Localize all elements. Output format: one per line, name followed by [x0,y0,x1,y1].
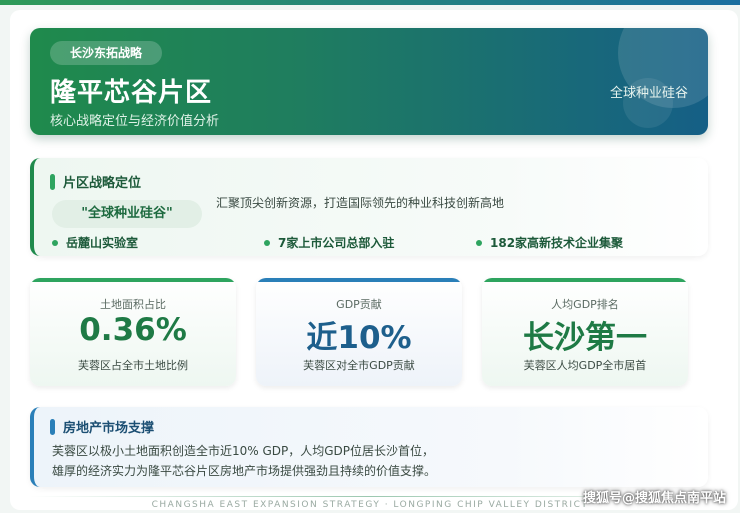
stat-card-land-area: 土地面积占比 0.36% 芙蓉区占全市土地比例 [30,278,236,386]
market-line: 芙蓉区以极小土地面积创造全市近10% GDP，人均GDP位居长沙首位， [52,444,435,458]
stat-label: GDP贡献 [336,298,382,311]
watermark: 搜狐号@搜狐焦点南平站 [582,491,726,506]
market-heading: 房地产市场支撑 [50,417,154,436]
positioning-heading: 片区战略定位 [50,172,141,191]
market-line: 雄厚的经济实力为隆平芯谷片区房地产市场提供强劲且持续的价值支撑。 [52,464,437,478]
feature-text: 182家高新技术企业集聚 [490,236,624,250]
stat-accent-line [30,278,236,282]
market-heading-text: 房地产市场支撑 [63,421,155,436]
stat-note: 芙蓉区占全市土地比例 [78,359,188,372]
bullet-dot-icon [52,239,58,246]
feature-list: 岳麓山实验室 7家上市公司总部入驻 182家高新技术企业集聚 [52,234,702,251]
stat-card-gdp-contribution: GDP贡献 近10% 芙蓉区对全市GDP贡献 [256,278,462,386]
stat-accent-line [256,278,462,282]
stat-value: 0.36% [79,312,187,348]
bullet-dot-icon [476,239,482,246]
heading-accent-bar [50,418,55,435]
strategy-tag: 长沙东拓战略 [50,41,163,65]
stat-label: 人均GDP排名 [551,298,619,311]
feature-text: 岳麓山实验室 [66,236,139,250]
feature-item: 182家高新技术企业集聚 [476,234,623,251]
page-subtitle: 核心战略定位与经济价值分析 [50,114,220,129]
page-title: 隆平芯谷片区 [50,78,213,108]
stat-value: 长沙第一 [523,320,647,356]
stat-label: 土地面积占比 [100,298,166,311]
feature-item: 7家上市公司总部入驻 [264,234,476,251]
positioning-card: 片区战略定位 "全球种业硅谷" 汇聚顶尖创新资源，打造国际领先的种业科技创新高地… [30,158,708,256]
stat-note: 芙蓉区对全市GDP贡献 [303,359,415,372]
hero-banner: 长沙东拓战略 隆平芯谷片区 核心战略定位与经济价值分析 全球种业硅谷 [30,28,708,135]
feature-item: 岳麓山实验室 [52,234,264,251]
top-accent-bar [0,0,740,5]
hero-right-label: 全球种业硅谷 [609,86,688,101]
positioning-description: 汇聚顶尖创新资源，打造国际领先的种业科技创新高地 [216,196,505,210]
stat-note: 芙蓉区人均GDP全市居首 [523,359,647,372]
bullet-dot-icon [264,239,270,246]
positioning-heading-text: 片区战略定位 [63,176,142,191]
stat-value: 近10% [306,320,412,356]
stat-card-gdp-per-capita: 人均GDP排名 长沙第一 芙蓉区人均GDP全市居首 [482,278,688,386]
stat-accent-line [482,278,688,282]
market-support-card: 房地产市场支撑 芙蓉区以极小土地面积创造全市近10% GDP，人均GDP位居长沙… [30,407,708,487]
positioning-slogan: "全球种业硅谷" [52,200,202,228]
heading-accent-bar [50,173,55,190]
feature-text: 7家上市公司总部入驻 [278,236,395,250]
market-paragraph: 芙蓉区以极小土地面积创造全市近10% GDP，人均GDP位居长沙首位， 雄厚的经… [52,441,692,481]
